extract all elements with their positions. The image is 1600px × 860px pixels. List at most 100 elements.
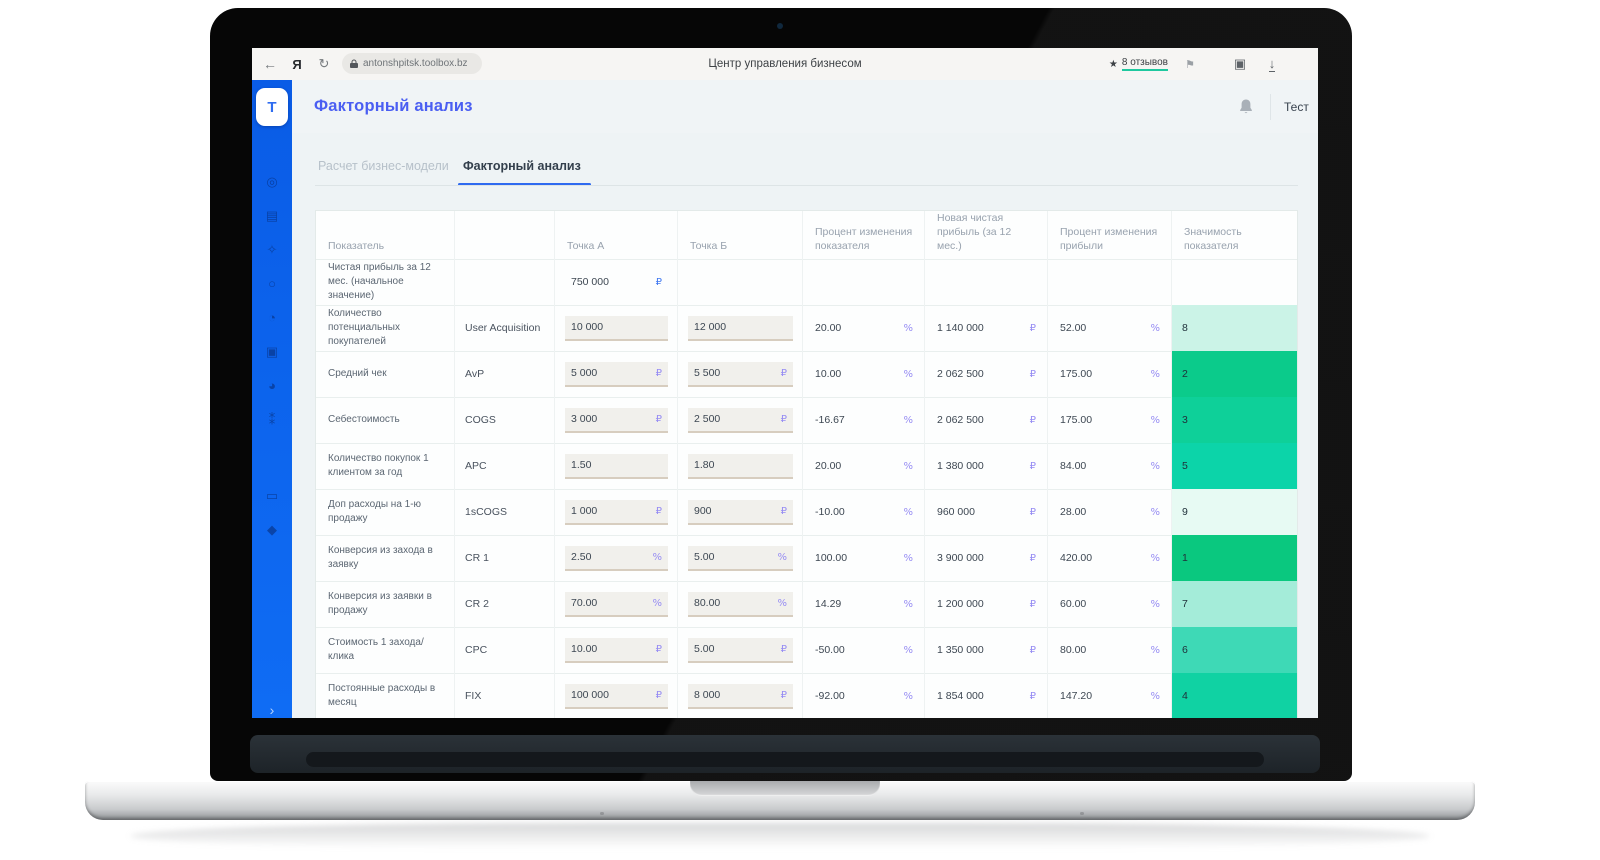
unit-symbol: ₽: [1029, 414, 1036, 426]
profit-change-value: 60.00%: [1048, 581, 1172, 627]
browser-back-icon[interactable]: ←: [258, 48, 282, 80]
col-header-indicator-change: Процент изменения показателя: [803, 211, 925, 263]
point-a-input[interactable]: 3 000 ₽: [565, 407, 668, 433]
factor-analysis-table: Показатель Точка А Точка Б Процент измен…: [315, 210, 1298, 718]
indicator-label: Стоимость 1 захода/клика: [316, 627, 455, 673]
point-b-input[interactable]: 5 500 ₽: [688, 361, 793, 387]
collections-icon[interactable]: ▣: [1228, 48, 1252, 80]
user-name: Тест: [1284, 100, 1309, 114]
point-b-input[interactable]: 1.80: [688, 453, 793, 479]
point-a-input[interactable]: 70.00%: [565, 591, 668, 617]
reviews-badge[interactable]: ★ 8 отзывов: [1109, 48, 1168, 80]
pie-chart-icon[interactable]: ◔: [268, 311, 276, 324]
unit-symbol: ₽: [1029, 552, 1036, 564]
tabs-divider: [315, 185, 1298, 186]
point-b-input[interactable]: 8 000 ₽: [688, 683, 793, 709]
unit-symbol: %: [903, 414, 913, 426]
laptop-foot: [1080, 812, 1084, 815]
new-profit-value: 1 380 000 ₽: [925, 443, 1048, 489]
unit-symbol: %: [1150, 368, 1160, 380]
table-row: Количество потенциальных покупателей User…: [316, 305, 1297, 351]
point-a-input[interactable]: 100 000 ₽: [565, 683, 668, 709]
gem-icon[interactable]: ◆: [267, 523, 277, 536]
card-icon[interactable]: ▭: [266, 489, 278, 502]
profit-change-value: 80.00%: [1048, 627, 1172, 673]
point-b-cell: 12 000: [678, 305, 803, 351]
indicator-change-value: 20.00%: [803, 305, 925, 351]
significance-rank: 8: [1172, 305, 1297, 351]
point-a-cell: 750 000 ₽: [555, 259, 678, 305]
unit-symbol: %: [1150, 322, 1160, 334]
reload-icon[interactable]: ↻: [312, 48, 336, 80]
app-header: Факторный анализ Тест T: [292, 80, 1318, 134]
profit-change-value: 52.00%: [1048, 305, 1172, 351]
new-profit-value: 1 140 000 ₽: [925, 305, 1048, 351]
target-icon[interactable]: ◎: [266, 175, 277, 188]
col-header-code: [455, 211, 555, 263]
point-b-input[interactable]: 900 ₽: [688, 499, 793, 525]
users-icon[interactable]: ⁑: [269, 413, 276, 426]
main-content: Расчет бизнес-модели Факторный анализ По…: [292, 133, 1318, 718]
new-profit-value: 1 200 000 ₽: [925, 581, 1048, 627]
indicator-code: CR 1: [455, 535, 555, 581]
indicator-code: CR 2: [455, 581, 555, 627]
point-a-input[interactable]: 1 000 ₽: [565, 499, 668, 525]
point-b-input[interactable]: 5.00 ₽: [688, 637, 793, 663]
currency-unit: ₽: [655, 367, 662, 379]
app-logo-tile[interactable]: T: [256, 88, 288, 126]
point-a-cell: 70.00%: [555, 581, 678, 627]
point-a-input[interactable]: 10.00 ₽: [565, 637, 668, 663]
point-a-cell: 1 000 ₽: [555, 489, 678, 535]
idea-icon[interactable]: ✧: [267, 243, 278, 256]
point-b-input[interactable]: 12 000: [688, 315, 793, 341]
url-text: antonshpitsk.toolbox.bz: [363, 58, 468, 69]
new-profit-value: 960 000 ₽: [925, 489, 1048, 535]
unit-symbol: %: [1150, 414, 1160, 426]
new-profit-value: 1 350 000 ₽: [925, 627, 1048, 673]
account-menu[interactable]: Тест T: [1284, 90, 1318, 124]
point-b-cell: 900 ₽: [678, 489, 803, 535]
currency-unit: ₽: [780, 505, 787, 517]
bookmark-icon[interactable]: ⚑: [1180, 48, 1200, 80]
point-a-input[interactable]: 5 000 ₽: [565, 361, 668, 387]
pie-chart2-icon[interactable]: ◕: [268, 379, 276, 392]
unit-symbol: %: [903, 322, 913, 334]
significance-rank: 1: [1172, 535, 1297, 581]
indicator-label: Доп расходы на 1-ю продажу: [316, 489, 455, 535]
browser-tab-title: Центр управления бизнесом: [708, 58, 862, 70]
page-title: Факторный анализ: [314, 97, 473, 115]
unit-symbol: %: [903, 552, 913, 564]
point-a-input[interactable]: 2.50%: [565, 545, 668, 571]
notifications-bell-icon[interactable]: [1238, 98, 1254, 116]
tab-business-model[interactable]: Расчет бизнес-модели: [318, 159, 449, 173]
point-b-input[interactable]: 2 500 ₽: [688, 407, 793, 433]
point-a-input[interactable]: 10 000: [565, 315, 668, 341]
address-bar[interactable]: antonshpitsk.toolbox.bz: [342, 53, 482, 74]
circle-icon[interactable]: ○: [268, 277, 276, 290]
indicator-code: APC: [455, 443, 555, 489]
currency-unit: %: [777, 597, 787, 609]
point-a-cell: 10.00 ₽: [555, 627, 678, 673]
point-a-input[interactable]: 1.50: [565, 453, 668, 479]
download-icon[interactable]: ↓: [1262, 48, 1282, 80]
col-header-significance: Значимость показателя: [1184, 226, 1242, 253]
indicator-change-value: 20.00%: [803, 443, 925, 489]
significance-rank: 4: [1172, 673, 1297, 718]
significance-rank: 3: [1172, 397, 1297, 443]
unit-symbol: %: [1150, 598, 1160, 610]
unit-symbol: %: [1150, 506, 1160, 518]
currency-unit: ₽: [780, 643, 787, 655]
currency-unit: ₽: [780, 689, 787, 701]
unit-symbol: %: [903, 460, 913, 472]
tab-factor-analysis[interactable]: Факторный анализ: [463, 159, 581, 173]
download-arrow: ↓: [1268, 55, 1276, 72]
new-profit-value: 1 854 000 ₽: [925, 673, 1048, 718]
point-b-cell: 80.00%: [678, 581, 803, 627]
image-chart-icon[interactable]: ▣: [266, 345, 278, 358]
point-b-input[interactable]: 5.00%: [688, 545, 793, 571]
laptop-lid-notch: [690, 781, 880, 796]
table-row: Средний чек AvP 5 000 ₽ 5 500 ₽ 10.00% 2 062 50…: [316, 351, 1297, 397]
list-icon[interactable]: ▤: [266, 209, 278, 222]
sidebar-expand-chevron[interactable]: ›: [252, 702, 292, 718]
point-b-input[interactable]: 80.00%: [688, 591, 793, 617]
